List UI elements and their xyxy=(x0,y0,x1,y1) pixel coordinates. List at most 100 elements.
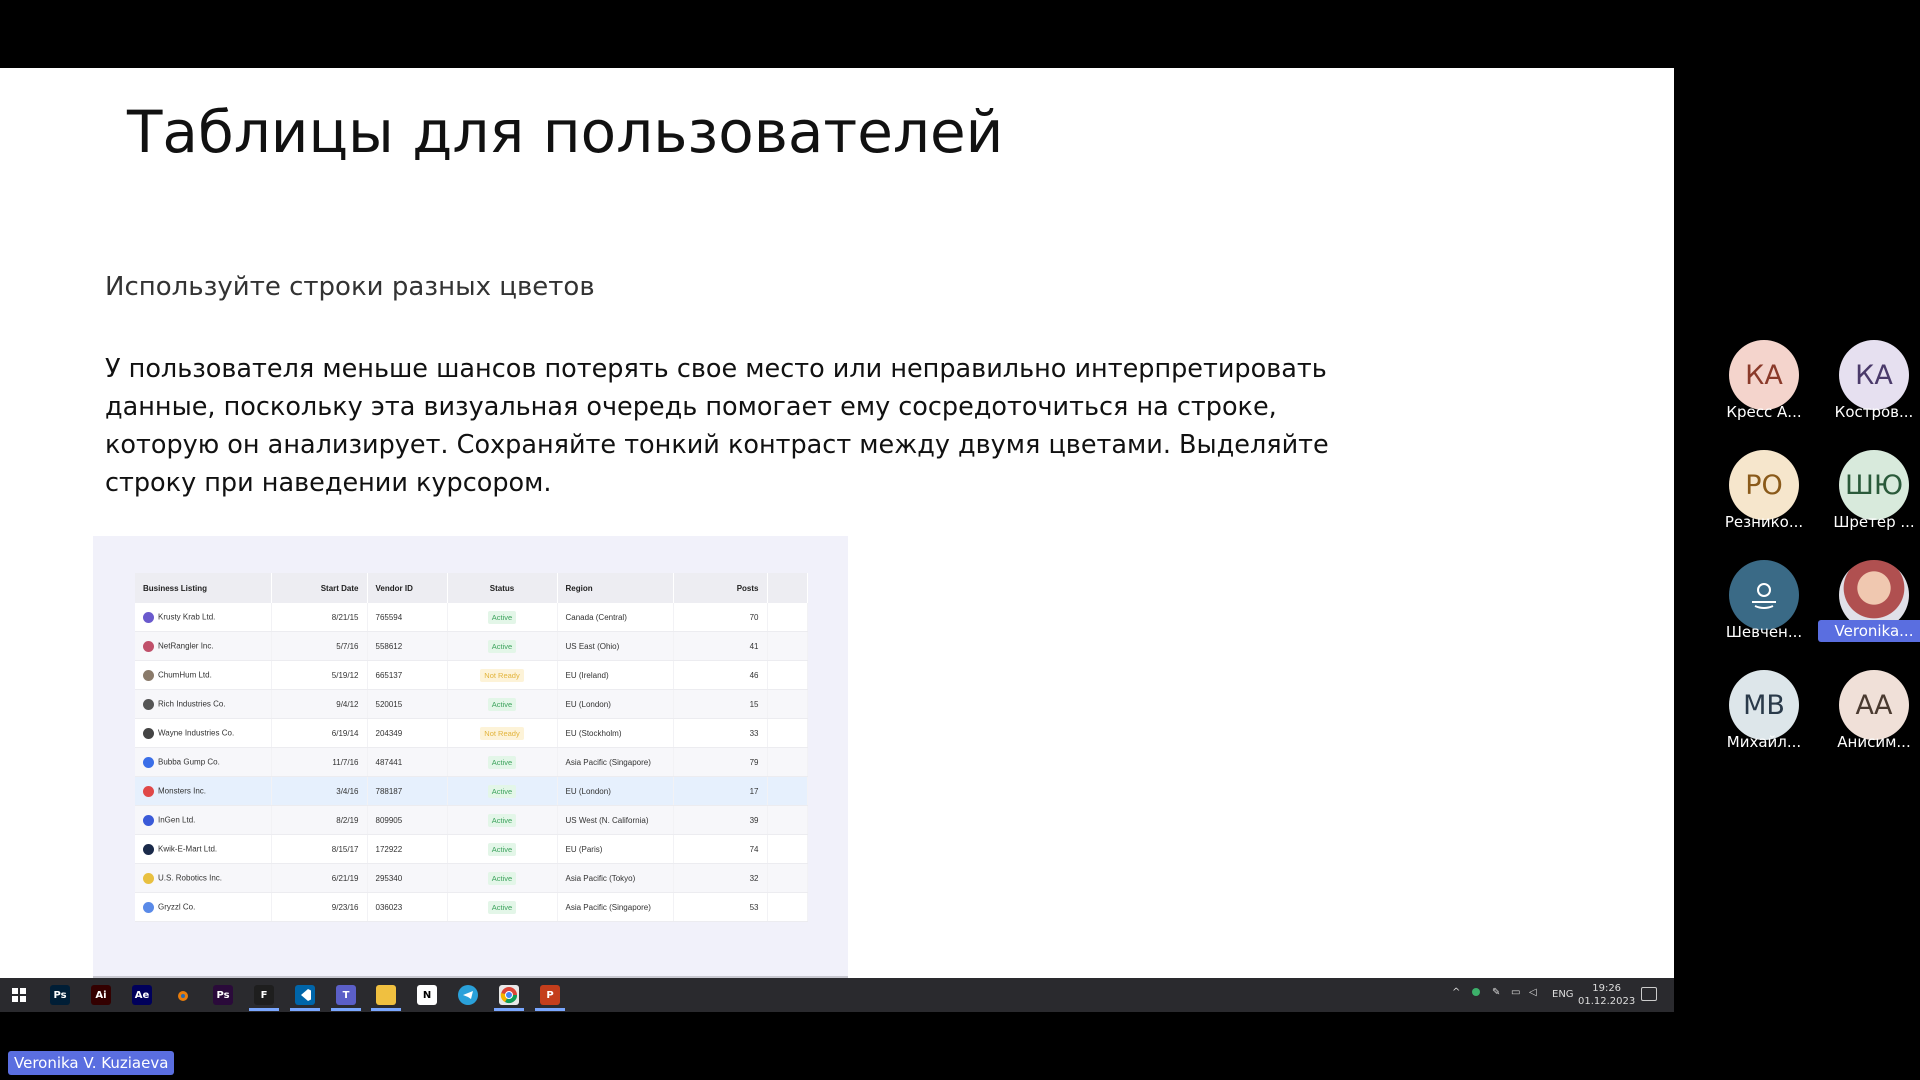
table-row[interactable]: Rich Industries Co. 9/4/12 520015 Active EU … xyxy=(135,689,808,719)
vendor-id-cell: 172922 xyxy=(367,834,448,864)
vscode-icon[interactable] xyxy=(295,985,315,1005)
column-header[interactable]: Start Date xyxy=(271,573,368,603)
windows-start-icon[interactable] xyxy=(9,985,29,1005)
column-header[interactable]: Region xyxy=(557,573,674,603)
avatar-initials: ШЮ xyxy=(1844,469,1904,501)
company-logo-icon xyxy=(143,611,154,623)
participant-name: Шретер ... xyxy=(1833,513,1915,531)
table-row[interactable]: Monsters Inc. 3/4/16 788187 Active EU (Londo… xyxy=(135,776,808,806)
participant-tile[interactable]: МВ Михайл... xyxy=(1708,670,1818,770)
figma-icon[interactable]: F xyxy=(254,985,274,1005)
table-row[interactable]: Bubba Gump Co. 11/7/16 487441 Active Asia Pa… xyxy=(135,747,808,777)
status-badge: Active xyxy=(487,610,517,624)
participant-tile[interactable]: ШЮ Шретер ... xyxy=(1818,450,1920,550)
participant-tile[interactable]: АА Анисим... xyxy=(1818,670,1920,770)
presentation-slide: Таблицы для пользователей Используйте ст… xyxy=(0,68,1674,978)
table-row[interactable]: Krusty Krab Ltd. 8/21/15 765594 Active Canad… xyxy=(135,603,808,632)
file-explorer-icon[interactable] xyxy=(376,985,396,1005)
status-cell: Active xyxy=(447,603,558,632)
powerpoint-icon[interactable]: P xyxy=(540,985,560,1005)
region-cell: EU (Ireland) xyxy=(557,660,674,690)
status-badge: Active xyxy=(487,639,517,653)
company-logo-icon xyxy=(143,640,154,652)
vendor-id-cell: 765594 xyxy=(367,603,448,632)
participant-tile[interactable]: КА Костров... xyxy=(1818,340,1920,440)
participant-avatar: ШЮ xyxy=(1839,450,1909,520)
business-name: Gryzzl Co. xyxy=(158,902,196,912)
table-row[interactable]: Gryzzl Co. 9/23/16 036023 Active Asia Pacifi… xyxy=(135,892,808,922)
telegram-icon[interactable] xyxy=(458,985,478,1005)
avatar-initials: АА xyxy=(1855,689,1893,721)
system-clock[interactable]: 19:26 01.12.2023 xyxy=(1578,982,1635,1008)
shield-icon[interactable] xyxy=(1472,988,1480,996)
notification-icon[interactable] xyxy=(1641,987,1657,1001)
status-badge: Active xyxy=(487,900,517,914)
status-cell: Active xyxy=(447,776,558,806)
blender-icon[interactable] xyxy=(172,985,192,1005)
empty-cell xyxy=(767,660,808,690)
clock-time: 19:26 xyxy=(1592,983,1622,994)
column-header[interactable]: Business Listing xyxy=(135,573,272,603)
participant-name: Анисим... xyxy=(1837,733,1911,751)
active-app-indicator xyxy=(535,1008,565,1011)
start-date-cell: 9/23/16 xyxy=(271,892,368,922)
participant-tile[interactable]: КА Кресс А... xyxy=(1708,340,1818,440)
table-row[interactable]: Wayne Industries Co. 6/19/14 204349 Not Rea… xyxy=(135,718,808,748)
participant-name: Veronika... xyxy=(1818,620,1920,642)
app-label: Ps xyxy=(53,989,67,1001)
empty-cell xyxy=(767,834,808,864)
table-row[interactable]: ChumHum Ltd. 5/19/12 665137 Not Ready EU (Ir… xyxy=(135,660,808,690)
business-cell: Rich Industries Co. xyxy=(135,689,272,719)
avatar-initials: КА xyxy=(1745,359,1783,391)
avatar-initials: КА xyxy=(1855,359,1893,391)
teams-icon[interactable]: T xyxy=(336,985,356,1005)
business-cell: Krusty Krab Ltd. xyxy=(135,603,272,632)
region-cell: EU (Paris) xyxy=(557,834,674,864)
column-header[interactable]: Vendor ID xyxy=(367,573,448,603)
after-effects-icon[interactable]: Ae xyxy=(132,985,152,1005)
photoshop-icon[interactable]: Ps xyxy=(50,985,70,1005)
table-row[interactable]: U.S. Robotics Inc. 6/21/19 295340 Active Asi… xyxy=(135,863,808,893)
business-cell: Wayne Industries Co. xyxy=(135,718,272,748)
chrome-icon[interactable] xyxy=(499,985,519,1005)
posts-cell: 70 xyxy=(673,603,768,632)
volume-icon[interactable]: ◁ xyxy=(1529,987,1537,998)
notion-icon[interactable]: N xyxy=(417,985,437,1005)
status-cell: Not Ready xyxy=(447,660,558,690)
premiere-icon[interactable]: Ps xyxy=(213,985,233,1005)
region-cell: Asia Pacific (Tokyo) xyxy=(557,863,674,893)
empty-cell xyxy=(767,776,808,806)
app-label: Ae xyxy=(134,989,150,1001)
windows-taskbar: Ps Ai Ae Ps F T N P ^ ✎ ▭ ◁ ENG 19:26 01.12.202… xyxy=(0,978,1674,1012)
column-header[interactable]: Status xyxy=(447,573,558,603)
posts-cell: 74 xyxy=(673,834,768,864)
vendor-id-cell: 204349 xyxy=(367,718,448,748)
empty-cell xyxy=(767,747,808,777)
illustrator-icon[interactable]: Ai xyxy=(91,985,111,1005)
participant-tile[interactable]: Veronika... xyxy=(1818,560,1920,660)
column-header[interactable]: Posts xyxy=(673,573,768,603)
business-name: Kwik-E-Mart Ltd. xyxy=(158,844,218,854)
start-date-cell: 5/19/12 xyxy=(271,660,368,690)
table-row[interactable]: NetRangler Inc. 5/7/16 558612 Active US East… xyxy=(135,631,808,661)
language-indicator[interactable]: ENG xyxy=(1552,989,1574,1000)
participant-tile[interactable]: РО Резнико... xyxy=(1708,450,1818,550)
business-cell: Monsters Inc. xyxy=(135,776,272,806)
status-cell: Not Ready xyxy=(447,718,558,748)
business-name: Wayne Industries Co. xyxy=(158,728,235,738)
table-row[interactable]: Kwik-E-Mart Ltd. 8/15/17 172922 Active EU (P… xyxy=(135,834,808,864)
clock-date: 01.12.2023 xyxy=(1578,996,1636,1007)
participant-tile[interactable]: Шевчен... xyxy=(1708,560,1818,660)
chevron-up-icon[interactable]: ^ xyxy=(1452,987,1460,998)
network-icon[interactable]: ▭ xyxy=(1511,987,1520,998)
start-date-cell: 9/4/12 xyxy=(271,689,368,719)
posts-cell: 17 xyxy=(673,776,768,806)
empty-cell xyxy=(767,603,808,632)
table-row[interactable]: InGen Ltd. 8/2/19 809905 Active US West (N. … xyxy=(135,805,808,835)
region-cell: Asia Pacific (Singapore) xyxy=(557,892,674,922)
region-cell: Canada (Central) xyxy=(557,603,674,632)
region-cell: US West (N. California) xyxy=(557,805,674,835)
company-logo-icon xyxy=(143,727,154,739)
pen-icon[interactable]: ✎ xyxy=(1492,987,1500,998)
vendor-id-cell: 665137 xyxy=(367,660,448,690)
